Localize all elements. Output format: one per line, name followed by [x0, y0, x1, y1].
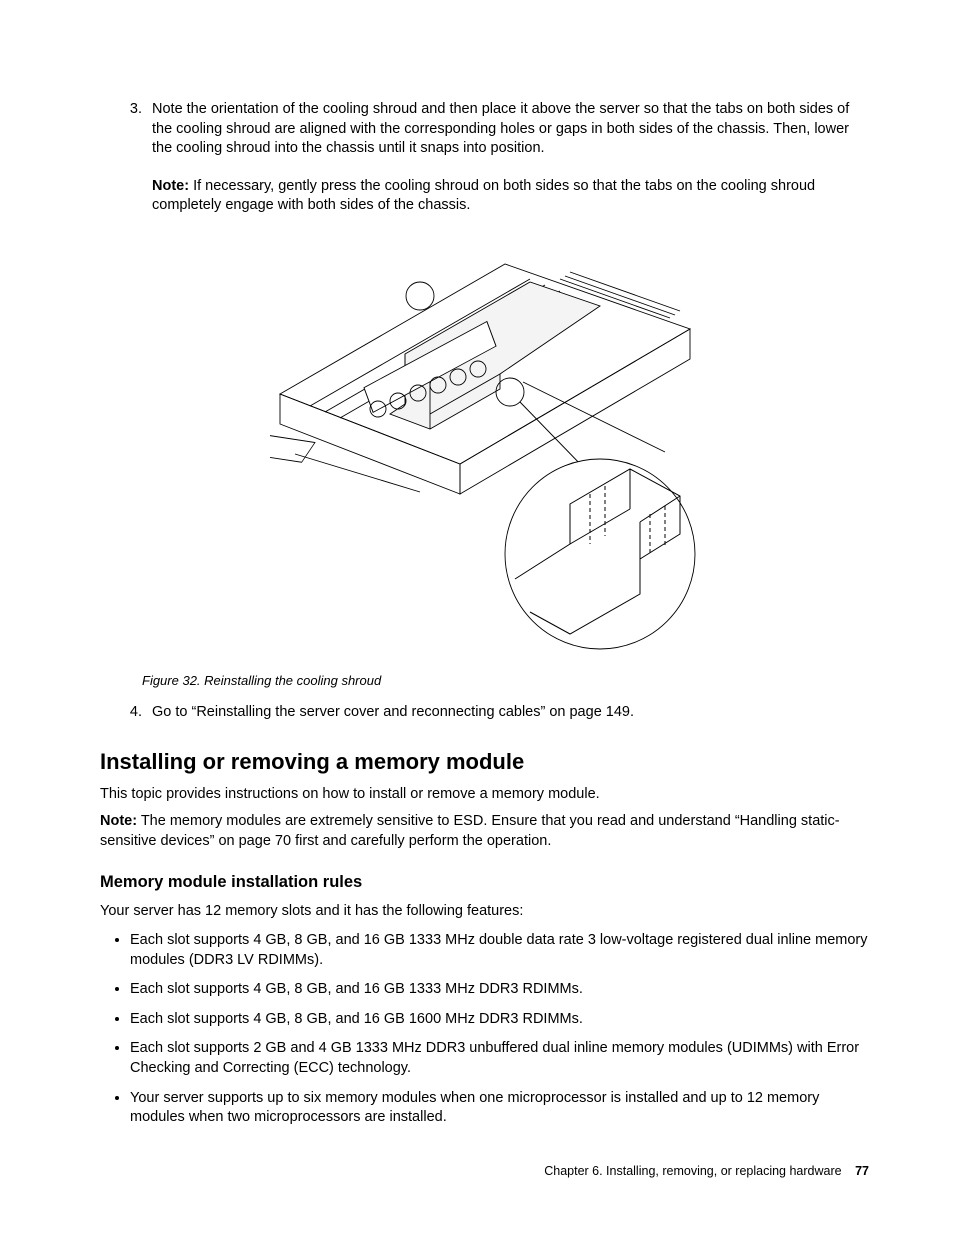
step-3-marker: 3. — [100, 100, 152, 216]
page: 3. Note the orientation of the cooling s… — [0, 0, 954, 1235]
list-item: Each slot supports 4 GB, 8 GB, and 16 GB… — [130, 931, 869, 970]
step-4: 4. Go to “Reinstalling the server cover … — [100, 703, 869, 723]
section-note: Note: The memory modules are extremely s… — [100, 812, 869, 851]
step-3: 3. Note the orientation of the cooling s… — [100, 100, 869, 216]
step-3-note: Note: If necessary, gently press the coo… — [152, 177, 869, 216]
note-label: Note: — [152, 178, 189, 194]
cooling-shroud-illustration — [270, 234, 700, 664]
list-item: Each slot supports 4 GB, 8 GB, and 16 GB… — [130, 980, 869, 1000]
figure-32 — [100, 234, 869, 664]
step-3-body: Note the orientation of the cooling shro… — [152, 100, 869, 216]
footer-chapter: Chapter 6. Installing, removing, or repl… — [544, 1164, 841, 1178]
section-intro: This topic provides instructions on how … — [100, 785, 869, 805]
subsection-title: Memory module installation rules — [100, 871, 869, 893]
step-3-text: Note the orientation of the cooling shro… — [152, 101, 849, 156]
list-item: Each slot supports 4 GB, 8 GB, and 16 GB… — [130, 1010, 869, 1030]
step-4-marker: 4. — [100, 703, 152, 723]
section-note-text: The memory modules are extremely sensiti… — [100, 813, 840, 849]
step-4-text: Go to “Reinstalling the server cover and… — [152, 703, 869, 723]
note-label: Note: — [100, 813, 137, 829]
page-footer: Chapter 6. Installing, removing, or repl… — [544, 1163, 869, 1180]
footer-page-number: 77 — [855, 1164, 869, 1178]
list-item: Your server supports up to six memory mo… — [130, 1089, 869, 1128]
list-item: Each slot supports 2 GB and 4 GB 1333 MH… — [130, 1039, 869, 1078]
step-3-note-text: If necessary, gently press the cooling s… — [152, 178, 815, 214]
subsection-intro: Your server has 12 memory slots and it h… — [100, 902, 869, 922]
section-title: Installing or removing a memory module — [100, 747, 869, 777]
feature-list: Each slot supports 4 GB, 8 GB, and 16 GB… — [100, 931, 869, 1128]
figure-caption: Figure 32. Reinstalling the cooling shro… — [142, 672, 869, 690]
